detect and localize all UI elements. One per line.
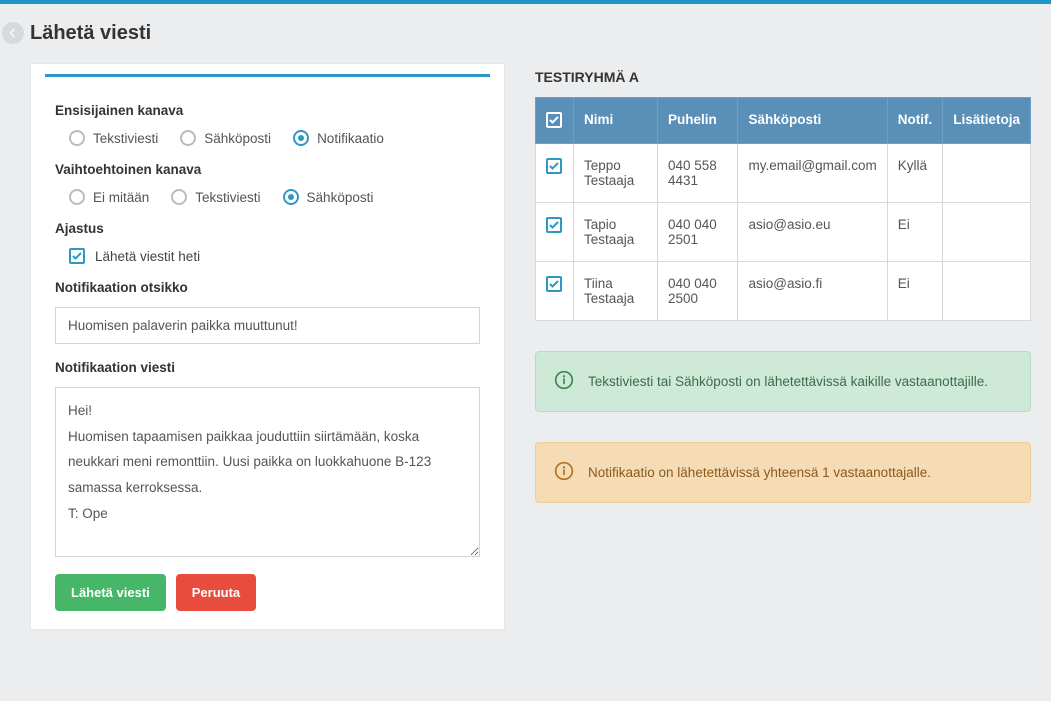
radio-primary-notif[interactable]: Notifikaatio [293,130,384,146]
notif-title-input[interactable] [55,307,480,344]
notif-message-textarea[interactable] [55,387,480,557]
alert-text: Tekstiviesti tai Sähköposti on lähetettä… [588,374,988,389]
timing-label: Ajastus [55,221,480,236]
radio-label: Tekstiviesti [93,131,158,146]
cell-phone: 040 558 4431 [658,144,738,203]
alert-deliverable: Tekstiviesti tai Sähköposti on lähetettä… [535,351,1031,412]
th-extra[interactable]: Lisätietoja [943,98,1031,144]
radio-label: Sähköposti [204,131,271,146]
row-checkbox[interactable] [546,217,562,233]
th-checkbox[interactable] [536,98,574,144]
notif-title-label: Notifikaation otsikko [55,280,480,295]
info-icon [554,370,574,393]
cell-email: asio@asio.fi [738,262,887,321]
cell-extra [943,262,1031,321]
th-notif[interactable]: Notif. [887,98,943,144]
cell-email: asio@asio.eu [738,203,887,262]
compose-panel: Ensisijainen kanava Tekstiviesti Sähköpo… [30,63,505,630]
alt-channel-label: Vaihtoehtoinen kanava [55,162,480,177]
page-title: Lähetä viesti [0,4,1051,63]
cell-phone: 040 040 2501 [658,203,738,262]
primary-channel-label: Ensisijainen kanava [55,103,480,118]
cell-notif: Kyllä [887,144,943,203]
send-button[interactable]: Lähetä viesti [55,574,166,611]
row-checkbox[interactable] [546,158,562,174]
table-row: Tapio Testaaja 040 040 2501 asio@asio.eu… [536,203,1031,262]
cancel-button[interactable]: Peruuta [176,574,256,611]
cell-notif: Ei [887,203,943,262]
info-icon [554,461,574,484]
notif-message-label: Notifikaation viesti [55,360,480,375]
cell-phone: 040 040 2500 [658,262,738,321]
cell-name: Teppo Testaaja [574,144,658,203]
cell-name: Tiina Testaaja [574,262,658,321]
th-name[interactable]: Nimi [574,98,658,144]
radio-alt-none[interactable]: Ei mitään [69,189,149,205]
radio-label: Notifikaatio [317,131,384,146]
send-now-label: Lähetä viestit heti [95,249,200,264]
radio-primary-email[interactable]: Sähköposti [180,130,271,146]
alert-text: Notifikaatio on lähetettävissä yhteensä … [588,465,931,480]
primary-channel-group: Tekstiviesti Sähköposti Notifikaatio [55,130,480,146]
th-email[interactable]: Sähköposti [738,98,887,144]
th-phone[interactable]: Puhelin [658,98,738,144]
cell-notif: Ei [887,262,943,321]
radio-label: Sähköposti [307,190,374,205]
send-now-checkbox[interactable] [69,248,85,264]
alert-partial: Notifikaatio on lähetettävissä yhteensä … [535,442,1031,503]
radio-alt-sms[interactable]: Tekstiviesti [171,189,260,205]
alt-channel-group: Ei mitään Tekstiviesti Sähköposti [55,189,480,205]
radio-label: Tekstiviesti [195,190,260,205]
cell-extra [943,144,1031,203]
radio-alt-email[interactable]: Sähköposti [283,189,374,205]
table-row: Tiina Testaaja 040 040 2500 asio@asio.fi… [536,262,1031,321]
cell-email: my.email@gmail.com [738,144,887,203]
table-row: Teppo Testaaja 040 558 4431 my.email@gma… [536,144,1031,203]
radio-primary-sms[interactable]: Tekstiviesti [69,130,158,146]
group-title: TESTIRYHMÄ A [535,69,1031,85]
cell-extra [943,203,1031,262]
cell-name: Tapio Testaaja [574,203,658,262]
radio-label: Ei mitään [93,190,149,205]
recipients-table: Nimi Puhelin Sähköposti Notif. Lisätieto… [535,97,1031,321]
row-checkbox[interactable] [546,276,562,292]
back-arrow-icon[interactable] [2,22,24,44]
